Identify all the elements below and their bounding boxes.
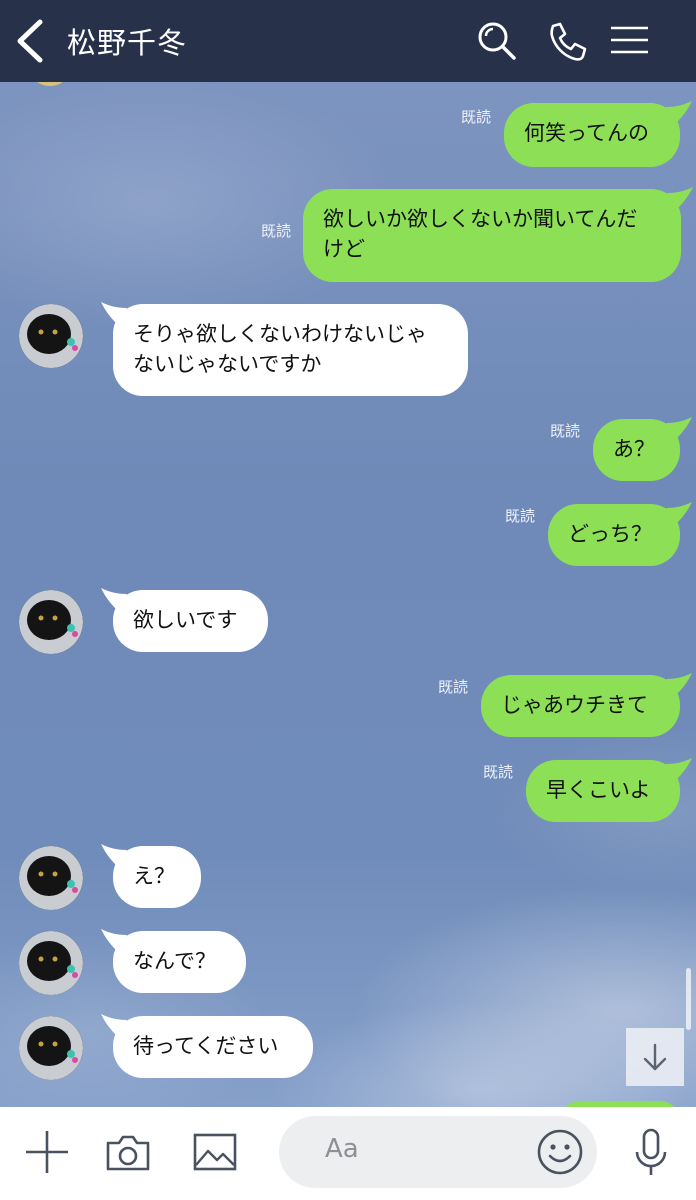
add-button[interactable] bbox=[22, 1127, 72, 1177]
message-bubble-incoming[interactable]: なんで？ bbox=[101, 929, 246, 993]
read-receipt: 既読 bbox=[461, 108, 492, 126]
avatar[interactable] bbox=[19, 304, 83, 368]
avatar[interactable] bbox=[19, 590, 83, 654]
bubble-tail bbox=[666, 101, 692, 123]
message-text: 何笑ってんの bbox=[524, 121, 649, 145]
arrow-down-icon bbox=[643, 1043, 667, 1071]
read-receipt: 既読 bbox=[261, 222, 292, 240]
message-text: 待ってください bbox=[133, 1034, 279, 1058]
message-bubble-incoming[interactable]: 欲しいです bbox=[101, 588, 268, 652]
read-receipt: 既読 bbox=[550, 422, 581, 440]
message-text: え？ bbox=[133, 864, 175, 888]
message-bubble-outgoing[interactable]: 早くこいよ bbox=[526, 758, 692, 822]
avatar-cat-icon bbox=[19, 590, 83, 654]
search-button[interactable] bbox=[472, 16, 522, 66]
bubble-tail bbox=[666, 417, 692, 439]
message-bubble-outgoing[interactable]: 欲しいか欲しくないか聞いてんだ けど bbox=[303, 187, 693, 282]
message-text: けど bbox=[323, 237, 365, 261]
scroll-to-bottom-button[interactable] bbox=[626, 1028, 684, 1086]
bubble-tail bbox=[666, 758, 692, 780]
avatar[interactable] bbox=[19, 846, 83, 910]
bubble-tail bbox=[667, 187, 693, 209]
hamburger-menu-icon bbox=[611, 26, 648, 54]
message-bubble-incoming[interactable]: 待ってください bbox=[101, 1014, 313, 1078]
message-bubble-incoming[interactable]: そりゃ欲しくないわけないじゃ ないじゃないですか bbox=[101, 302, 468, 396]
message-text: どっち？ bbox=[568, 522, 652, 546]
voice-button[interactable] bbox=[626, 1127, 676, 1177]
message-bubble-outgoing[interactable]: あ？ bbox=[593, 417, 692, 481]
bubble-tail bbox=[101, 929, 127, 951]
read-receipt: 既読 bbox=[438, 678, 469, 696]
image-icon bbox=[193, 1133, 237, 1171]
call-button[interactable] bbox=[541, 16, 591, 66]
chat-header: 松野千冬 bbox=[0, 0, 696, 82]
message-text: 早くこいよ bbox=[546, 778, 651, 802]
image-button[interactable] bbox=[190, 1127, 240, 1177]
camera-icon bbox=[106, 1135, 150, 1171]
avatar bbox=[30, 82, 70, 86]
bubble-tail bbox=[101, 588, 127, 610]
avatar-cat-icon bbox=[19, 304, 83, 368]
message-text: ないじゃないですか bbox=[133, 352, 322, 376]
bubble-tail bbox=[666, 673, 692, 695]
message-bubble-incoming[interactable]: え？ bbox=[101, 844, 201, 908]
scrollbar[interactable] bbox=[686, 968, 691, 1030]
plus-icon bbox=[26, 1131, 68, 1173]
message-bubble-outgoing[interactable]: じゃあウチきて bbox=[481, 673, 692, 737]
emoji-button[interactable] bbox=[535, 1127, 585, 1177]
read-receipt: 既読 bbox=[483, 763, 514, 781]
back-button[interactable] bbox=[6, 14, 56, 68]
message-input-placeholder: Aa bbox=[325, 1134, 359, 1164]
message-text: 欲しいか欲しくないか聞いてんだ bbox=[323, 207, 638, 231]
message-text: あ？ bbox=[613, 437, 655, 461]
avatar-cat-icon bbox=[19, 846, 83, 910]
menu-button[interactable] bbox=[604, 16, 654, 66]
message-input[interactable]: Aa bbox=[279, 1116, 597, 1188]
avatar[interactable] bbox=[19, 931, 83, 995]
bubble-tail bbox=[101, 1014, 127, 1036]
avatar-cat-icon bbox=[19, 1016, 83, 1080]
bubble-tail bbox=[101, 302, 127, 324]
avatar-cat-icon bbox=[19, 931, 83, 995]
bubble-tail bbox=[666, 502, 692, 524]
bubble-tail bbox=[101, 844, 127, 866]
chat-title: 松野千冬 bbox=[67, 26, 188, 60]
message-list[interactable]: 既読 何笑ってんの 既読 欲しいか欲しくないか聞いてんだ けど そりゃ欲しくない… bbox=[0, 82, 696, 1107]
avatar[interactable] bbox=[19, 1016, 83, 1080]
microphone-icon bbox=[635, 1128, 667, 1175]
message-bubble-outgoing[interactable]: どっち？ bbox=[548, 502, 692, 566]
smiley-icon bbox=[537, 1129, 583, 1175]
phone-icon bbox=[550, 22, 587, 61]
message-text: そりゃ欲しくないわけないじゃ bbox=[133, 322, 427, 346]
search-icon bbox=[478, 22, 516, 60]
camera-button[interactable] bbox=[103, 1127, 153, 1177]
message-text: なんで？ bbox=[133, 949, 216, 973]
message-bubble-outgoing[interactable]: 何笑ってんの bbox=[504, 101, 692, 167]
message-text: じゃあウチきて bbox=[501, 693, 648, 717]
message-text: 欲しいです bbox=[133, 608, 238, 632]
read-receipt: 既読 bbox=[505, 507, 536, 525]
chevron-left-icon bbox=[17, 19, 43, 63]
